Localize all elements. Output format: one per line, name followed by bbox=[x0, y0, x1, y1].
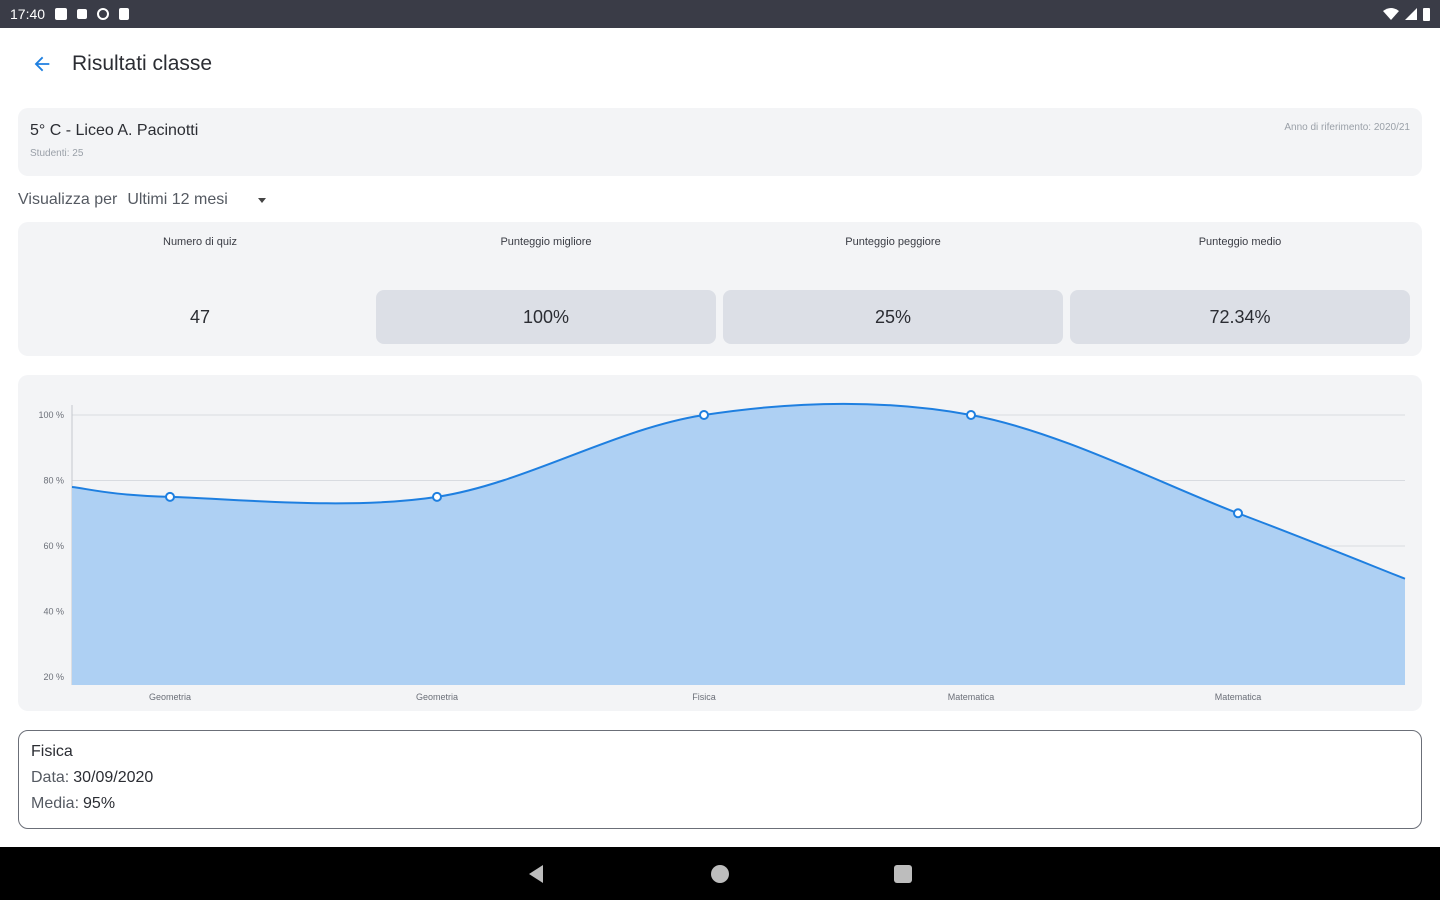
data-point[interactable] bbox=[432, 491, 442, 502]
app-bar: Risultati classe bbox=[0, 28, 1440, 100]
cell-signal-icon bbox=[1405, 8, 1417, 20]
chart-svg[interactable]: 100 % 80 % 60 % 40 % 20 % Geometria Geometria F… bbox=[18, 375, 1422, 711]
detail-mean-label: Media: bbox=[31, 795, 80, 812]
wifi-icon bbox=[1383, 8, 1399, 20]
class-info-card: 5° C - Liceo A. Pacinotti Studenti: 25 A… bbox=[18, 108, 1422, 176]
page-title: Risultati classe bbox=[72, 52, 213, 75]
system-nav-bar bbox=[0, 847, 1440, 900]
status-time: 17:40 bbox=[10, 6, 46, 22]
data-point[interactable] bbox=[1233, 508, 1243, 519]
period-filter: Visualizza per Ultimi 12 mesi bbox=[18, 186, 266, 214]
x-tick-label: Geometria bbox=[416, 692, 458, 702]
nav-home-icon[interactable] bbox=[711, 865, 729, 883]
students-count: Studenti: 25 bbox=[30, 148, 84, 159]
y-tick-label: 40 % bbox=[43, 607, 64, 617]
detail-date-label: Data: bbox=[31, 769, 70, 786]
detail-mean-row: Media: 95% bbox=[31, 795, 1409, 813]
data-point[interactable] bbox=[165, 491, 175, 502]
x-tick-label: Geometria bbox=[149, 692, 191, 702]
x-tick-label: Matematica bbox=[948, 692, 995, 702]
signal-icon bbox=[77, 9, 88, 19]
sd-card-icon bbox=[119, 8, 130, 20]
y-tick-label: 60 % bbox=[43, 541, 64, 551]
stat-label: Numero di quiz bbox=[163, 236, 237, 248]
stat-best-score: Punteggio migliore 100% bbox=[376, 222, 716, 356]
battery-icon bbox=[1423, 7, 1430, 21]
stat-value: 72.34% bbox=[1070, 290, 1410, 344]
stat-worst-score: Punteggio peggiore 25% bbox=[723, 222, 1063, 356]
results-chart: 100 % 80 % 60 % 40 % 20 % Geometria Geometria F… bbox=[18, 375, 1422, 711]
back-button[interactable] bbox=[28, 50, 56, 78]
detail-title: Fisica bbox=[31, 743, 73, 760]
notification-icon bbox=[55, 8, 68, 20]
area-fill bbox=[72, 403, 1405, 685]
vpn-icon bbox=[97, 8, 110, 20]
x-tick-label: Matematica bbox=[1215, 692, 1262, 702]
y-tick-label: 20 % bbox=[43, 672, 64, 682]
nav-recents-icon[interactable] bbox=[894, 865, 912, 883]
stat-label: Punteggio migliore bbox=[500, 236, 592, 248]
status-bar: 17:40 bbox=[0, 0, 1440, 28]
y-tick-label: 100 % bbox=[38, 410, 64, 420]
y-tick-label: 80 % bbox=[43, 476, 64, 486]
data-point[interactable] bbox=[966, 410, 976, 420]
period-dropdown[interactable]: Ultimi 12 mesi bbox=[127, 191, 227, 209]
nav-back-icon[interactable] bbox=[529, 865, 543, 883]
filter-label: Visualizza per bbox=[18, 191, 118, 208]
chevron-down-icon[interactable] bbox=[257, 197, 266, 203]
stats-panel: Numero di quiz 47 Punteggio migliore 100… bbox=[18, 222, 1422, 356]
stat-label: Punteggio peggiore bbox=[845, 236, 941, 248]
selected-point-detail: Fisica Data: 30/09/2020 Media: 95% bbox=[18, 730, 1422, 829]
reference-year: Anno di riferimento: 2020/21 bbox=[1284, 122, 1410, 133]
stat-value: 47 bbox=[189, 306, 211, 327]
detail-date-value: 30/09/2020 bbox=[73, 769, 154, 786]
stat-average-score: Punteggio medio 72.34% bbox=[1070, 222, 1410, 356]
detail-mean-value: 95% bbox=[83, 795, 116, 812]
x-tick-label: Fisica bbox=[692, 692, 716, 702]
stat-quiz-count: Numero di quiz 47 bbox=[30, 222, 370, 356]
stat-value: 100% bbox=[376, 290, 716, 344]
stat-label: Punteggio medio bbox=[1198, 236, 1282, 248]
detail-date-row: Data: 30/09/2020 bbox=[31, 769, 1409, 787]
arrow-left-icon bbox=[34, 56, 50, 72]
stat-value: 25% bbox=[723, 290, 1063, 344]
data-point[interactable] bbox=[699, 410, 709, 420]
class-name: 5° C - Liceo A. Pacinotti bbox=[30, 122, 199, 139]
